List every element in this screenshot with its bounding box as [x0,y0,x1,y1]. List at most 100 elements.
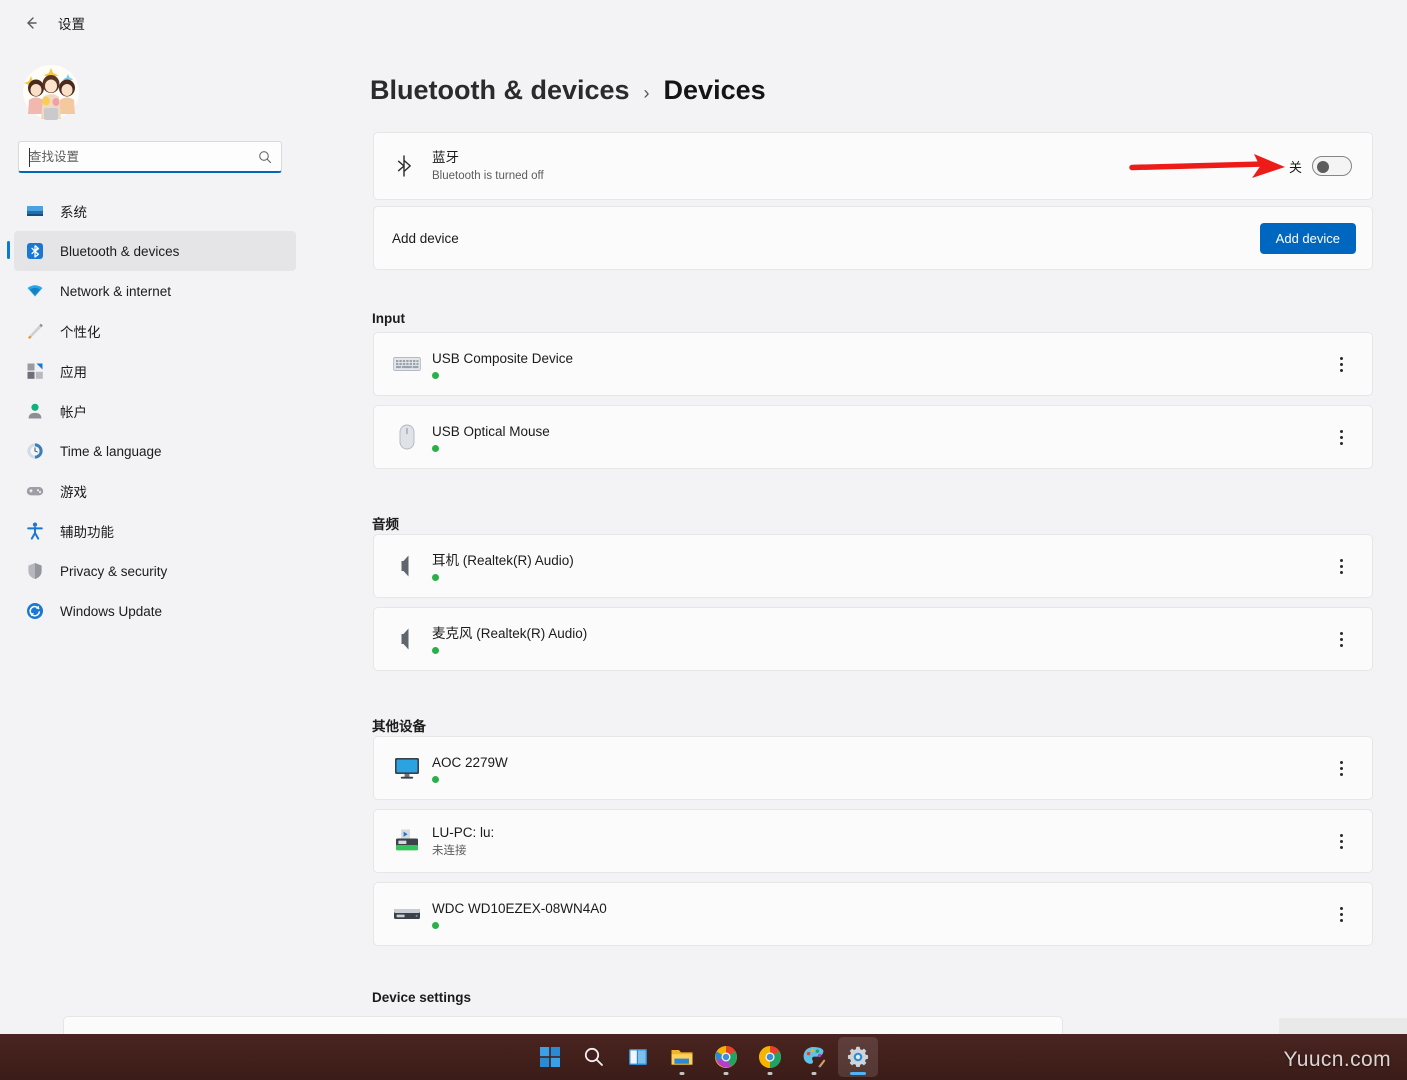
add-device-button[interactable]: Add device [1259,222,1356,254]
sidebar-item-time-language[interactable]: Time & language [14,431,296,471]
breadcrumb: Bluetooth & devices › Devices [370,75,766,106]
toggle-knob [1317,161,1329,173]
breadcrumb-separator: › [643,83,650,103]
sidebar-item-label: 游戏 [60,485,87,500]
file-explorer-icon [671,1050,692,1065]
bluetooth-subtitle: Bluetooth is turned off [432,169,544,182]
active-indicator [849,1072,866,1075]
device-row[interactable]: AOC 2279W [373,736,1373,800]
chrome-canary-icon [714,1046,737,1068]
device-row[interactable]: LU-PC: lu: 未连接 [373,809,1373,873]
speaker-icon [392,551,422,581]
status-dot-connected [432,573,439,581]
sidebar-item-windows-update[interactable]: Windows Update [14,591,296,631]
personalization-icon [24,320,46,342]
sidebar-item-gaming[interactable]: 游戏 [14,471,296,511]
taskbar-task-view-button[interactable] [618,1037,658,1077]
taskbar-start-button[interactable] [530,1037,570,1077]
sidebar-item-system[interactable]: 系统 [14,191,296,231]
desktop-edge-strip [1279,1018,1407,1034]
bluetooth-texts: 蓝牙 Bluetooth is turned off [432,149,544,184]
more-options-icon[interactable] [1328,551,1354,581]
clock-icon [24,440,46,462]
status-dot-connected [432,444,439,452]
settings-window: 设置 查找设置 系统 Bluetooth & devices Network &… [0,0,1407,1080]
sidebar-item-accessibility[interactable]: 辅助功能 [14,511,296,551]
text-caret [29,148,30,167]
task-view-icon [628,1049,647,1065]
gaming-icon [24,480,46,502]
mouse-icon [392,422,422,452]
taskbar-file-explorer-button[interactable] [662,1037,702,1077]
windows-start-icon [539,1047,560,1067]
keyboard-icon [392,349,422,379]
shield-icon [24,560,46,582]
sidebar-item-accounts[interactable]: 帐户 [14,391,296,431]
search-icon [584,1047,603,1066]
watermark: Yuucn.com [1283,1048,1391,1071]
taskbar-settings-button[interactable] [837,1037,878,1077]
more-options-icon[interactable] [1328,349,1354,379]
taskbar-chrome-button[interactable] [750,1037,790,1077]
bluetooth-toggle[interactable] [1312,156,1352,176]
device-name: WDC WD10EZEX-08WN4A0 [432,900,607,916]
device-row[interactable]: 耳机 (Realtek(R) Audio) [373,534,1373,598]
taskbar-search-button[interactable] [574,1037,614,1077]
taskbar-paint-button[interactable] [794,1037,834,1077]
sidebar-item-label: 帐户 [60,405,87,420]
apps-icon [24,360,46,382]
sidebar-item-bluetooth-devices[interactable]: Bluetooth & devices [7,231,296,271]
sidebar-item-apps[interactable]: 应用 [14,351,296,391]
device-status-text: 未连接 [432,844,467,857]
sidebar-item-label: 辅助功能 [60,525,114,540]
device-name: AOC 2279W [432,754,508,770]
page-title: Devices [663,75,766,105]
running-indicator [679,1072,684,1075]
sidebar-item-label: 个性化 [60,325,101,340]
bluetooth-title: 蓝牙 [432,149,459,165]
device-texts: AOC 2279W [432,754,508,783]
sidebar-item-label: Windows Update [60,603,163,619]
more-options-icon[interactable] [1328,624,1354,654]
add-device-card: Add device Add device [373,206,1373,270]
taskbar: Yuucn.com [0,1034,1407,1080]
device-row[interactable]: USB Optical Mouse [373,405,1373,469]
avatar[interactable] [18,56,84,124]
settings-gear-icon [847,1046,868,1068]
add-device-label: Add device [392,230,459,246]
sidebar-item-network-internet[interactable]: Network & internet [14,271,296,311]
search-input[interactable] [29,149,257,164]
device-name: LU-PC: lu: [432,824,495,840]
sidebar-item-label: Privacy & security [60,563,168,579]
device-row[interactable]: 麦克风 (Realtek(R) Audio) [373,607,1373,671]
device-texts: USB Composite Device [432,350,573,379]
accessibility-icon [24,520,46,542]
device-name: USB Optical Mouse [432,423,550,439]
chrome-icon [758,1046,781,1068]
more-options-icon[interactable] [1328,422,1354,452]
more-options-icon[interactable] [1328,826,1354,856]
device-row[interactable]: WDC WD10EZEX-08WN4A0 [373,882,1373,946]
breadcrumb-parent[interactable]: Bluetooth & devices [370,75,630,106]
search-icon[interactable] [257,149,273,165]
monitor-icon [392,753,422,783]
more-options-icon[interactable] [1328,899,1354,929]
sidebar-item-label: Network & internet [60,283,172,299]
device-texts: 麦克风 (Realtek(R) Audio) [432,625,587,654]
more-options-icon[interactable] [1328,753,1354,783]
search-box[interactable] [18,141,282,173]
main-content: Bluetooth & devices › Devices 蓝牙 Bluetoo… [310,46,1407,1034]
sidebar-item-privacy-security[interactable]: Privacy & security [14,551,296,591]
sidebar: 系统 Bluetooth & devices [0,46,310,1080]
device-row[interactable]: USB Composite Device [373,332,1373,396]
paint-icon [803,1047,825,1068]
status-dot-connected [432,921,439,929]
running-indicator [767,1072,772,1075]
section-title-device-settings: Device settings [372,990,472,1005]
status-dot-connected [432,775,439,783]
user-avatar-image [18,56,84,124]
sidebar-item-personalization[interactable]: 个性化 [14,311,296,351]
bluetooth-icon [24,240,46,262]
taskbar-chrome-canary-button[interactable] [706,1037,746,1077]
back-button[interactable] [14,7,48,39]
